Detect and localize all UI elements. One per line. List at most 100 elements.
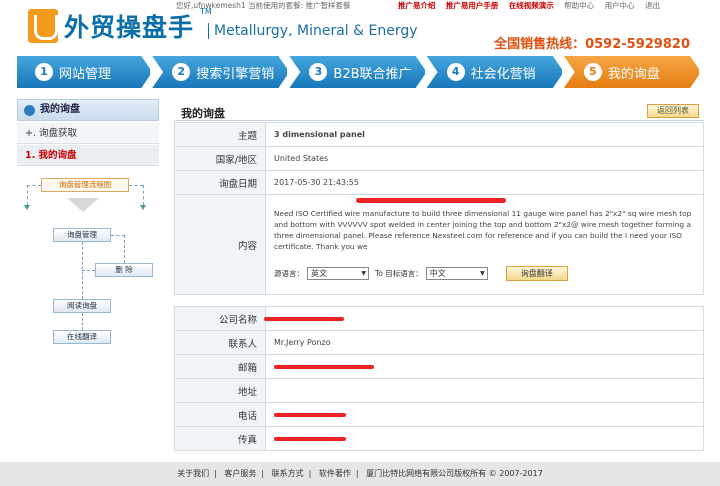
link-video-demo[interactable]: 在线视频演示 [509, 1, 554, 10]
tab-search-marketing[interactable]: 2 搜索引擎营销 [152, 56, 290, 88]
flow-step-read[interactable]: 阅读询盘 [53, 299, 111, 313]
sales-hotline: 全国销售热线：0592-5929820 [494, 37, 690, 52]
contact-person-label: 联系人 [174, 330, 266, 355]
target-language-label: To 目标语言： [375, 269, 423, 278]
link-user-manual[interactable]: 推广易用户手册 [446, 1, 499, 10]
down-arrow-icon [67, 198, 99, 212]
flow-connector [129, 185, 143, 186]
contact-person-value: Mr.Jerry Ponzo [265, 330, 704, 355]
email-label: 邮箱 [174, 354, 266, 379]
inquiry-detail-table: 主题 3 dimensional panel 国家/地区 United Stat… [174, 122, 704, 295]
sidebar-title: 我的询盘 [40, 104, 80, 115]
step-number: 3 [309, 63, 328, 81]
title-divider [174, 120, 704, 121]
phone-value [265, 402, 704, 427]
logo-icon[interactable] [28, 9, 58, 43]
table-row: 国家/地区 United States [174, 146, 704, 171]
table-row: 公司名称 [174, 306, 704, 331]
tab-b2b-promotion[interactable]: 3 B2B联合推广 [289, 56, 427, 88]
translate-controls: 源语言： 英文 To 目标语言： 中文 询盘翻译 [266, 260, 703, 285]
step-label: B2B联合推广 [333, 66, 412, 82]
flow-connector [82, 313, 83, 330]
footer-link-service[interactable]: 客户服务 [224, 469, 256, 478]
sidebar-header: 我的询盘 [17, 99, 159, 121]
flow-step-manage[interactable]: 询盘管理 [53, 228, 111, 242]
flow-step-translate[interactable]: 在线翻译 [53, 330, 111, 344]
main-nav-steps: 1 网站管理 2 搜索引擎营销 3 B2B联合推广 4 社会化营销 5 我的询盘 [17, 56, 702, 88]
link-promo-intro[interactable]: 推广易介绍 [398, 1, 436, 10]
flow-arrow-icon [140, 205, 146, 210]
sidebar-item-my-inquiries[interactable]: 1. 我的询盘 [17, 145, 159, 166]
sidebar-item-get-inquiries[interactable]: +. 询盘获取 [17, 123, 159, 144]
phone-label: 电话 [174, 402, 266, 427]
redaction-mark [274, 412, 346, 417]
footer: 关于我们 | 客户服务 | 联系方式 | 软件著作 | 厦门比特比网络有限公司版权所有 … [0, 462, 720, 486]
date-value: 2017-05-30 21:43:55 [265, 170, 704, 195]
company-label: 公司名称 [174, 306, 266, 331]
content-cell: Need ISO Certified wire manufacture to b… [265, 194, 704, 295]
footer-link-about[interactable]: 关于我们 [177, 469, 209, 478]
step-label: 我的询盘 [607, 66, 660, 82]
company-value [264, 306, 704, 331]
top-links: 推广易介绍 推广易用户手册 在线视频演示 帮助中心 用户中心 退出 [398, 0, 668, 10]
flowchart-title: 询盘管理流程图 [41, 178, 129, 192]
flow-connector [82, 270, 95, 271]
step-label: 社会化营销 [470, 66, 536, 82]
redaction-mark [274, 364, 374, 369]
footer-link-contact[interactable]: 联系方式 [272, 469, 304, 478]
content-text: Need ISO Certified wire manufacture to b… [274, 209, 692, 251]
footer-link-copyright-software[interactable]: 软件著作 [319, 469, 351, 478]
logo-text[interactable]: 外贸操盘手 [64, 8, 194, 44]
step-number: 5 [583, 63, 602, 81]
tab-my-inquiries[interactable]: 5 我的询盘 [563, 56, 702, 88]
content-label: 内容 [174, 194, 266, 295]
country-label: 国家/地区 [174, 146, 266, 171]
tab-social-marketing[interactable]: 4 社会化营销 [426, 56, 564, 88]
step-label: 搜索引擎营销 [196, 66, 275, 82]
back-to-list-button[interactable]: 返回列表 [647, 104, 699, 118]
contact-table: 公司名称 联系人 Mr.Jerry Ponzo 邮箱 地址 电话 传真 [174, 306, 704, 451]
flow-connector [27, 185, 28, 205]
flow-step-delete[interactable]: 删 除 [95, 263, 153, 277]
footer-copyright: 厦门比特比网络有限公司版权所有 © 2007-2017 [366, 469, 543, 478]
flow-connector [27, 185, 41, 186]
flow-connector [124, 235, 125, 263]
redaction-mark [264, 316, 344, 321]
step-number: 1 [35, 63, 53, 81]
step-number: 2 [172, 63, 191, 81]
address-label: 地址 [174, 378, 266, 403]
table-row: 联系人 Mr.Jerry Ponzo [174, 330, 704, 355]
table-row: 主题 3 dimensional panel [174, 122, 704, 147]
table-row: 内容 Need ISO Certified wire manufacture t… [174, 194, 704, 295]
table-row: 询盘日期 2017-05-30 21:43:55 [174, 170, 704, 195]
link-help-center[interactable]: 帮助中心 [564, 1, 594, 10]
email-value [265, 354, 704, 379]
subject-label: 主题 [174, 122, 266, 147]
flow-connector [143, 185, 144, 205]
link-logout[interactable]: 退出 [645, 1, 660, 10]
flow-connector [111, 235, 125, 236]
step-number: 4 [446, 63, 465, 81]
table-row: 传真 [174, 426, 704, 451]
target-language-select[interactable]: 中文 [425, 267, 488, 280]
link-user-center[interactable]: 用户中心 [605, 1, 635, 10]
address-value [265, 378, 704, 403]
table-row: 电话 [174, 402, 704, 427]
logo-subtitle: Metallurgy, Mineral & Energy [208, 23, 418, 39]
country-value: United States [265, 146, 704, 171]
table-row: 邮箱 [174, 354, 704, 379]
translate-button[interactable]: 询盘翻译 [505, 266, 568, 281]
step-label: 网站管理 [59, 66, 112, 82]
logo-trademark: TM [200, 7, 212, 16]
flow-arrow-icon [24, 205, 30, 210]
fax-value [265, 426, 704, 451]
table-row: 地址 [174, 378, 704, 403]
tab-site-management[interactable]: 1 网站管理 [17, 56, 153, 88]
inquiry-flowchart: 询盘管理流程图 询盘管理 删 除 阅读询盘 在线翻译 [17, 170, 159, 360]
redaction-mark [356, 198, 506, 203]
source-language-label: 源语言： [274, 269, 304, 278]
page-title: 我的询盘 [181, 107, 225, 120]
source-language-select[interactable]: 英文 [307, 267, 369, 280]
inquiry-icon [24, 105, 35, 116]
redaction-mark [274, 436, 346, 441]
